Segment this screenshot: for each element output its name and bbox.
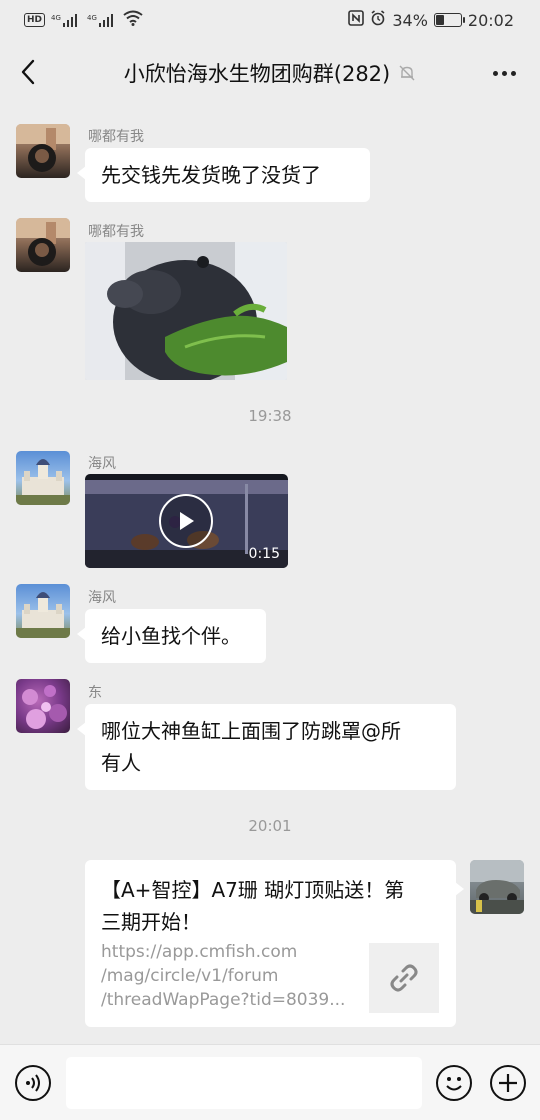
chevron-left-icon	[21, 59, 35, 85]
status-left: HD 4G 4G	[24, 10, 143, 30]
link-title-line: 三期开始！	[101, 910, 201, 934]
battery-level	[435, 15, 444, 25]
link-card[interactable]: 【A+智控】A7珊 瑚灯顶贴送！第 三期开始！ https://app.cmfi…	[85, 860, 464, 1027]
title-wrap: 小欣怡海水生物团购群(282)	[60, 40, 480, 106]
message-video[interactable]: 0:15	[85, 474, 288, 568]
link-url-line: https://app.cmfish.com	[101, 942, 298, 962]
message-text-line: 哪位大神鱼缸上面围了防跳罩@所	[101, 719, 401, 743]
sender-name: 哪都有我	[88, 224, 144, 240]
sender-name: 海风	[88, 590, 116, 606]
message-text: 给小鱼找个伴。	[101, 624, 241, 648]
message-bubble[interactable]: 先交钱先发货晚了没货了	[77, 148, 370, 202]
link-url: https://app.cmfish.com /mag/circle/v1/fo…	[101, 940, 351, 1012]
hd-badge: HD	[24, 13, 46, 27]
chat-header: 小欣怡海水生物团购群(282)	[0, 40, 540, 106]
sender-name: 海风	[88, 456, 116, 472]
link-title-line: 【A+智控】A7珊 瑚灯顶贴送！第	[101, 878, 405, 902]
video-duration: 0:15	[248, 546, 280, 562]
more-button[interactable]	[488, 60, 520, 86]
emoji-button[interactable]	[436, 1065, 472, 1101]
avatar[interactable]	[16, 451, 70, 505]
message-bubble[interactable]: 给小鱼找个伴。	[77, 609, 266, 663]
time-divider: 19:38	[248, 407, 292, 425]
message-input[interactable]	[66, 1057, 422, 1109]
alarm-icon	[370, 10, 386, 30]
avatar[interactable]	[470, 860, 524, 914]
time-divider: 20:01	[248, 817, 292, 835]
link-thumbnail	[369, 943, 439, 1013]
message-text-line: 有人	[101, 751, 141, 775]
chat-title: 小欣怡海水生物团购群(282)	[123, 62, 391, 86]
status-bar: HD 4G 4G 34% 20:02	[0, 0, 540, 40]
message-image[interactable]	[85, 242, 287, 380]
link-title: 【A+智控】A7珊 瑚灯顶贴送！第 三期开始！	[101, 874, 441, 938]
bell-off-icon	[399, 65, 415, 81]
svg-text:4G: 4G	[87, 14, 97, 22]
message-text: 先交钱先发货晚了没货了	[101, 163, 321, 187]
voice-button[interactable]	[15, 1065, 51, 1101]
more-dots-icon	[501, 70, 507, 76]
svg-text:4G: 4G	[51, 14, 61, 22]
voice-icon	[26, 1074, 40, 1092]
more-dots-icon	[510, 70, 516, 76]
nfc-icon	[348, 10, 365, 30]
sender-name: 东	[88, 685, 102, 701]
link-icon	[390, 964, 418, 992]
status-time: 20:02	[467, 10, 514, 30]
play-icon	[180, 512, 194, 530]
input-bar	[0, 1044, 540, 1120]
avatar[interactable]	[16, 124, 70, 178]
battery-icon	[433, 13, 465, 27]
avatar[interactable]	[16, 584, 70, 638]
avatar[interactable]	[16, 218, 70, 272]
signal-icon: 4G	[87, 13, 117, 27]
plus-icon	[499, 1074, 517, 1092]
battery-percent: 34%	[392, 10, 428, 30]
more-dots-icon	[492, 70, 498, 76]
message-bubble[interactable]: 哪位大神鱼缸上面围了防跳罩@所 有人	[77, 704, 456, 790]
sender-name: 哪都有我	[88, 129, 144, 145]
avatar[interactable]	[16, 679, 70, 733]
status-right: 34% 20:02	[348, 10, 514, 30]
emoji-icon	[446, 1077, 462, 1091]
signal-icon: 4G	[51, 13, 81, 27]
wifi-icon	[123, 10, 143, 30]
back-button[interactable]	[12, 54, 44, 90]
link-url-line: /threadWapPage?tid=8039...	[101, 990, 346, 1010]
link-url-line: /mag/circle/v1/forum	[101, 966, 279, 986]
add-button[interactable]	[490, 1065, 526, 1101]
play-button[interactable]	[159, 494, 213, 548]
